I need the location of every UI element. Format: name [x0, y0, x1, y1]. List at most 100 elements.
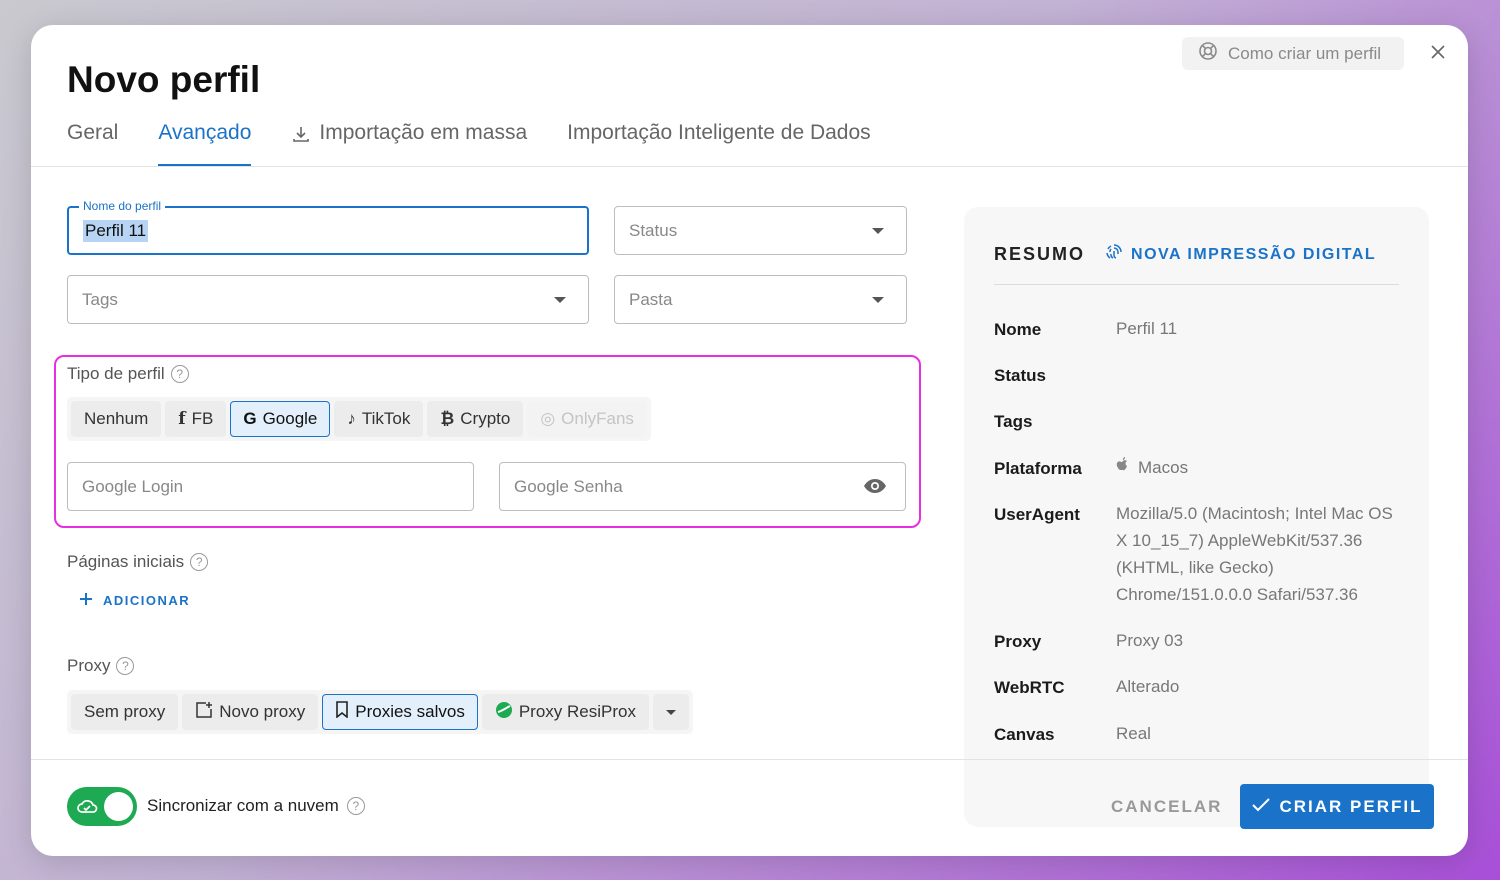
fingerprint-icon [1105, 243, 1123, 266]
cancel-button[interactable]: CANCELAR [1111, 797, 1222, 817]
summary-value [1116, 407, 1406, 432]
tags-select[interactable]: Tags [67, 275, 589, 324]
tab-general[interactable]: Geral [67, 117, 118, 167]
resiprox-icon [495, 701, 513, 724]
toggle-knob [104, 792, 133, 821]
lifebuoy-icon [1198, 41, 1218, 66]
folder-select[interactable]: Pasta [614, 275, 907, 324]
plus-icon [79, 592, 93, 609]
download-icon [291, 124, 311, 150]
proxy-resiprox-label: Proxy ResiProx [518, 702, 636, 721]
sync-label: Sincronizar com a nuvem ? [147, 796, 365, 816]
cloud-check-icon [76, 797, 98, 820]
help-icon[interactable]: ? [116, 657, 135, 675]
proxy-saved-label: Proxies salvos [355, 702, 465, 721]
type-fb-label: FB [191, 409, 214, 428]
type-option-fb[interactable]: f FB [165, 401, 227, 437]
type-option-none[interactable]: Nenhum [71, 401, 162, 437]
create-profile-button[interactable]: CRIAR PERFIL [1240, 784, 1434, 829]
add-start-page-button[interactable]: ADICIONAR [79, 592, 190, 609]
type-crypto-label: Crypto [460, 409, 511, 428]
proxy-more-dropdown[interactable] [652, 694, 689, 730]
summary-divider [994, 284, 1399, 285]
type-google-label: Google [262, 409, 318, 428]
proxy-none-label: Sem proxy [84, 702, 166, 721]
summary-row-platform: Plataforma Macos [994, 457, 1406, 481]
type-option-onlyfans[interactable]: ◎ OnlyFans [527, 401, 647, 437]
footer-divider [31, 759, 1468, 760]
google-password-input[interactable]: Google Senha [499, 462, 906, 511]
add-label: ADICIONAR [103, 593, 191, 608]
summary-row-name: Nome Perfil 11 [994, 319, 1406, 342]
dialog-title: Novo perfil [67, 59, 261, 100]
cloud-sync-toggle[interactable] [67, 787, 137, 826]
create-profile-label: CRIAR PERFIL [1279, 796, 1423, 816]
profile-name-label: Nome do perfil [79, 199, 166, 213]
close-icon[interactable] [1427, 41, 1449, 63]
profile-type-selector: Nenhum f FB G Google ♪ TikTok ₿ Crypto ◎… [67, 397, 651, 441]
summary-value [1116, 361, 1406, 386]
profile-type-label-text: Tipo de perfil [67, 364, 165, 383]
add-box-icon [195, 701, 213, 724]
tab-advanced-label: Avançado [158, 121, 252, 144]
bitcoin-icon: ₿ [440, 409, 455, 428]
help-link[interactable]: Como criar um perfil [1182, 37, 1404, 70]
apple-icon [1116, 454, 1130, 481]
summary-key: Status [994, 366, 1046, 385]
tab-bulk-import-label: Importação em massa [319, 121, 528, 144]
type-option-tiktok[interactable]: ♪ TikTok [334, 401, 424, 437]
summary-key: Nome [994, 320, 1042, 339]
summary-key: Canvas [994, 725, 1055, 744]
proxy-option-saved[interactable]: Proxies salvos [322, 694, 478, 730]
proxy-option-none[interactable]: Sem proxy [71, 694, 179, 730]
tab-general-label: Geral [67, 121, 119, 144]
help-icon[interactable]: ? [170, 365, 189, 383]
summary-title: RESUMO [994, 244, 1086, 264]
facebook-icon: f [178, 409, 186, 429]
google-login-placeholder: Google Login [82, 476, 184, 496]
proxy-option-new[interactable]: Novo proxy [182, 694, 319, 730]
chevron-down-icon [872, 228, 884, 234]
summary-value-platform: Macos [1116, 454, 1406, 481]
summary-value: Alterado [1116, 677, 1180, 696]
status-placeholder: Status [629, 220, 678, 240]
status-select[interactable]: Status [614, 206, 907, 255]
summary-row-webrtc: WebRTC Alterado [994, 677, 1406, 700]
type-onlyfans-label: OnlyFans [561, 409, 634, 428]
start-pages-label-text: Páginas iniciais [67, 552, 185, 571]
help-icon[interactable]: ? [346, 797, 365, 815]
summary-panel: RESUMO NOVA IMPRESSÃO DIGITAL Nome Perfi… [964, 207, 1429, 827]
profile-name-field[interactable]: Nome do perfil Perfil 11 [67, 199, 589, 255]
summary-header: RESUMO NOVA IMPRESSÃO DIGITAL [994, 243, 1376, 266]
check-icon [1251, 797, 1270, 817]
onlyfans-icon: ◎ [540, 409, 556, 428]
proxy-label: Proxy ? [67, 656, 135, 676]
type-option-crypto[interactable]: ₿ Crypto [427, 401, 524, 437]
google-login-input[interactable]: Google Login [67, 462, 474, 511]
sync-label-text: Sincronizar com a nuvem [147, 796, 339, 815]
google-icon: G [243, 409, 257, 428]
type-none-label: Nenhum [84, 409, 149, 428]
platform-value: Macos [1138, 458, 1189, 477]
bookmark-icon [335, 701, 349, 723]
tab-smart-import[interactable]: Importação Inteligente de Dados [567, 117, 871, 167]
summary-key: Plataforma [994, 459, 1082, 478]
tab-smart-import-label: Importação Inteligente de Dados [567, 121, 871, 144]
profile-name-value: Perfil 11 [83, 219, 149, 242]
help-icon[interactable]: ? [190, 553, 209, 571]
summary-key: UserAgent [994, 505, 1080, 524]
eye-icon[interactable] [863, 477, 887, 500]
tabs-divider [31, 166, 1468, 167]
google-password-placeholder: Google Senha [514, 476, 623, 496]
summary-value: Real [1116, 724, 1151, 743]
folder-placeholder: Pasta [629, 289, 673, 309]
tab-advanced[interactable]: Avançado [158, 117, 252, 167]
new-profile-dialog: Novo perfil Como criar um perfil Geral A… [31, 25, 1468, 856]
new-fingerprint-link[interactable]: NOVA IMPRESSÃO DIGITAL [1105, 243, 1376, 266]
tab-bulk-import[interactable]: Importação em massa [291, 117, 527, 167]
chevron-down-icon [665, 709, 676, 715]
type-option-google[interactable]: G Google [230, 401, 331, 437]
tiktok-icon: ♪ [347, 409, 356, 428]
summary-value: Mozilla/5.0 (Macintosh; Intel Mac OS X 1… [1116, 504, 1393, 604]
proxy-option-resiprox[interactable]: Proxy ResiProx [481, 694, 649, 730]
